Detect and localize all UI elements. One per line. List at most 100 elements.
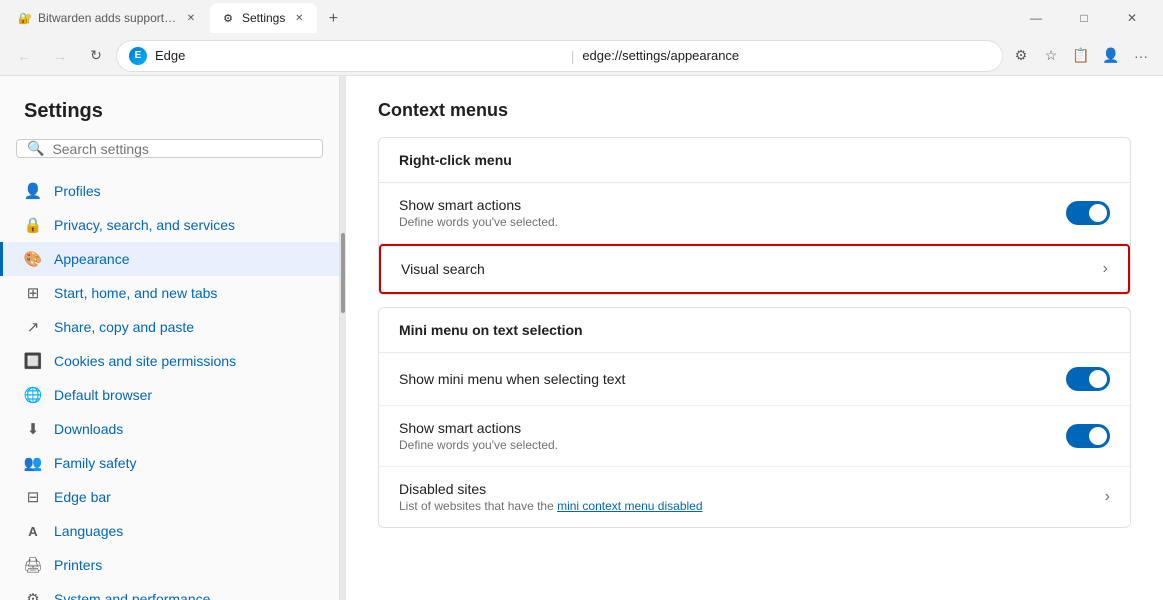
more-icon[interactable]: ···: [1127, 42, 1155, 70]
appearance-icon: 🎨: [24, 250, 42, 268]
close-button[interactable]: ✕: [1109, 0, 1155, 36]
sidebar-item-system[interactable]: ⚙ System and performance: [0, 582, 339, 600]
start-home-icon: ⊞: [24, 284, 42, 302]
search-input[interactable]: [52, 141, 312, 157]
disabled-sites-info: Disabled sites List of websites that hav…: [399, 481, 703, 513]
show-mini-menu-row: Show mini menu when selecting text: [379, 353, 1130, 406]
visual-search-chevron: ›: [1103, 260, 1108, 278]
refresh-button[interactable]: ↻: [80, 40, 112, 72]
minimize-button[interactable]: —: [1013, 0, 1059, 36]
tab-bitwarden[interactable]: 🔐 Bitwarden adds support for Sim... ✕: [8, 3, 208, 33]
disabled-sites-row[interactable]: Disabled sites List of websites that hav…: [379, 467, 1130, 527]
sidebar-item-start-home[interactable]: ⊞ Start, home, and new tabs: [0, 276, 339, 310]
tab-close-settings[interactable]: ✕: [291, 10, 307, 26]
cookies-icon: 🔲: [24, 352, 42, 370]
sidebar-item-privacy[interactable]: 🔒 Privacy, search, and services: [0, 208, 339, 242]
tab-title-bitwarden: Bitwarden adds support for Sim...: [38, 11, 178, 25]
languages-icon: A: [24, 522, 42, 540]
family-safety-icon: 👥: [24, 454, 42, 472]
printers-icon: 🖨: [24, 556, 42, 574]
back-button[interactable]: ←: [8, 40, 40, 72]
disabled-sites-label: Disabled sites: [399, 481, 703, 497]
collections-icon[interactable]: 📋: [1067, 42, 1095, 70]
sidebar-label-privacy: Privacy, search, and services: [54, 217, 235, 233]
disabled-sites-link[interactable]: mini context menu disabled: [557, 499, 702, 513]
right-click-card-header: Right-click menu: [379, 138, 1130, 183]
sidebar-scrollbar[interactable]: [340, 76, 346, 600]
mini-menu-smart-actions-toggle[interactable]: [1066, 424, 1110, 448]
sidebar-title: Settings: [0, 92, 339, 139]
settings-icon[interactable]: ⚙: [1007, 42, 1035, 70]
sidebar-item-appearance[interactable]: 🎨 Appearance: [0, 242, 339, 276]
maximize-button[interactable]: □: [1061, 0, 1107, 36]
sidebar-item-default-browser[interactable]: 🌐 Default browser: [0, 378, 339, 412]
address-box[interactable]: E Edge | edge://settings/appearance: [116, 40, 1003, 72]
sidebar-item-downloads[interactable]: ⬇ Downloads: [0, 412, 339, 446]
sidebar-item-share-copy[interactable]: ↗ Share, copy and paste: [0, 310, 339, 344]
show-mini-menu-toggle[interactable]: [1066, 367, 1110, 391]
sidebar-label-start-home: Start, home, and new tabs: [54, 285, 217, 301]
show-mini-menu-info: Show mini menu when selecting text: [399, 371, 625, 387]
favorites-icon[interactable]: ☆: [1037, 42, 1065, 70]
tab-settings[interactable]: ⚙ Settings ✕: [210, 3, 317, 33]
tab-favicon-bitwarden: 🔐: [18, 10, 32, 26]
tab-bar: 🔐 Bitwarden adds support for Sim... ✕ ⚙ …: [8, 3, 1013, 33]
show-smart-actions-info: Show smart actions Define words you've s…: [399, 197, 558, 229]
mini-menu-smart-actions-label: Show smart actions: [399, 420, 558, 436]
mini-menu-card: Mini menu on text selection Show mini me…: [378, 307, 1131, 528]
sidebar-label-cookies: Cookies and site permissions: [54, 353, 236, 369]
sidebar-label-edge-bar: Edge bar: [54, 489, 111, 505]
share-copy-icon: ↗: [24, 318, 42, 336]
edge-logo: E: [129, 47, 147, 65]
mini-menu-smart-actions-row: Show smart actions Define words you've s…: [379, 406, 1130, 467]
tab-close-bitwarden[interactable]: ✕: [184, 10, 198, 26]
visual-search-row[interactable]: Visual search ›: [379, 244, 1130, 294]
sidebar-label-downloads: Downloads: [54, 421, 123, 437]
new-tab-button[interactable]: +: [319, 5, 347, 33]
address-url: edge://settings/appearance: [582, 48, 990, 63]
section-title: Context menus: [378, 100, 1131, 121]
sidebar-label-languages: Languages: [54, 523, 123, 539]
mini-menu-card-header: Mini menu on text selection: [379, 308, 1130, 353]
sidebar-item-profiles[interactable]: 👤 Profiles: [0, 174, 339, 208]
main-content: Context menus Right-click menu Show smar…: [346, 76, 1163, 600]
sidebar: Settings 🔍 👤 Profiles 🔒 Privacy, search,…: [0, 76, 340, 600]
sidebar-label-profiles: Profiles: [54, 183, 101, 199]
toolbar-icons: ⚙ ☆ 📋 👤 ···: [1007, 42, 1155, 70]
forward-button[interactable]: →: [44, 40, 76, 72]
visual-search-label: Visual search: [401, 261, 485, 277]
default-browser-icon: 🌐: [24, 386, 42, 404]
sidebar-label-appearance: Appearance: [54, 251, 130, 267]
mini-menu-smart-actions-info: Show smart actions Define words you've s…: [399, 420, 558, 452]
tab-favicon-settings: ⚙: [220, 10, 236, 26]
disabled-sites-desc: List of websites that have the mini cont…: [399, 499, 703, 513]
downloads-icon: ⬇: [24, 420, 42, 438]
show-smart-actions-desc: Define words you've selected.: [399, 215, 558, 229]
edge-label: Edge: [155, 48, 563, 63]
sidebar-item-cookies[interactable]: 🔲 Cookies and site permissions: [0, 344, 339, 378]
profile-icon[interactable]: 👤: [1097, 42, 1125, 70]
mini-menu-smart-actions-desc: Define words you've selected.: [399, 438, 558, 452]
sidebar-item-edge-bar[interactable]: ⊟ Edge bar: [0, 480, 339, 514]
show-smart-actions-row: Show smart actions Define words you've s…: [379, 183, 1130, 244]
search-icon: 🔍: [27, 140, 44, 157]
titlebar: 🔐 Bitwarden adds support for Sim... ✕ ⚙ …: [0, 0, 1163, 36]
sidebar-label-default-browser: Default browser: [54, 387, 152, 403]
scrollbar-thumb[interactable]: [341, 233, 345, 313]
tab-title-settings: Settings: [242, 11, 285, 25]
addressbar: ← → ↻ E Edge | edge://settings/appearanc…: [0, 36, 1163, 76]
search-box[interactable]: 🔍: [16, 139, 323, 158]
sidebar-item-printers[interactable]: 🖨 Printers: [0, 548, 339, 582]
system-icon: ⚙: [24, 590, 42, 600]
right-click-menu-card: Right-click menu Show smart actions Defi…: [378, 137, 1131, 295]
sidebar-item-languages[interactable]: A Languages: [0, 514, 339, 548]
show-mini-menu-label: Show mini menu when selecting text: [399, 371, 625, 387]
profiles-icon: 👤: [24, 182, 42, 200]
sidebar-label-system: System and performance: [54, 591, 210, 600]
edge-bar-icon: ⊟: [24, 488, 42, 506]
sidebar-item-family-safety[interactable]: 👥 Family safety: [0, 446, 339, 480]
disabled-sites-chevron: ›: [1105, 488, 1110, 506]
sidebar-label-printers: Printers: [54, 557, 102, 573]
show-smart-actions-toggle[interactable]: [1066, 201, 1110, 225]
browser-content: Settings 🔍 👤 Profiles 🔒 Privacy, search,…: [0, 76, 1163, 600]
